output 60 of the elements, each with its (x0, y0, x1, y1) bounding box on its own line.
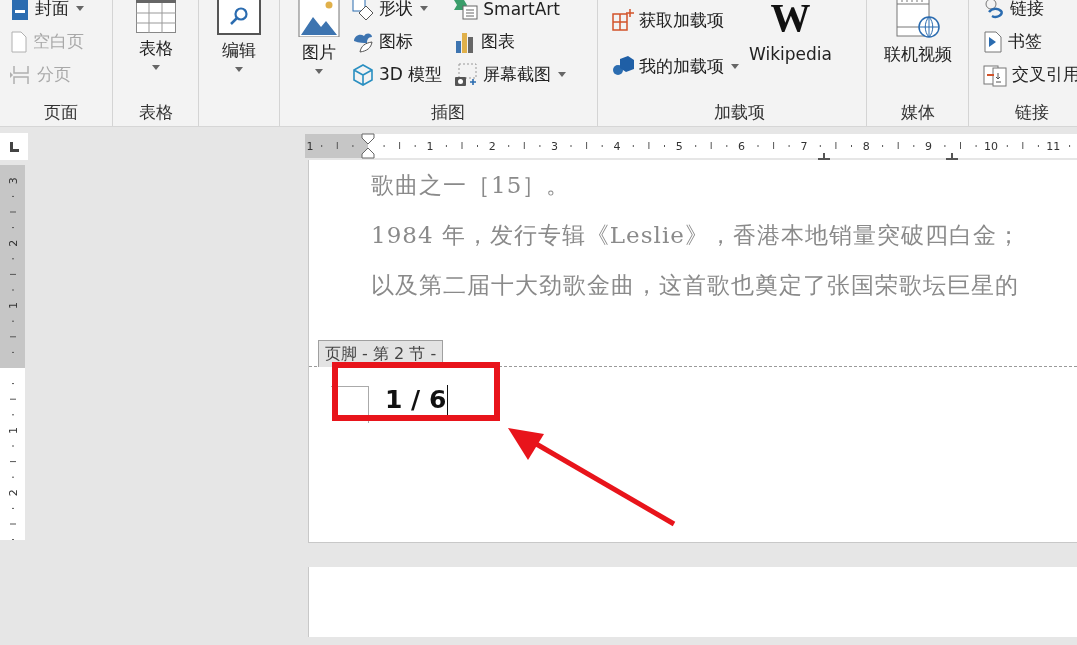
body-text-line: 歌曲之一［15］。 (371, 171, 572, 200)
ruler-number: 2 (7, 489, 20, 497)
cubes-icon (612, 55, 634, 77)
indent-marker[interactable] (361, 133, 375, 159)
blank-page-icon (10, 30, 28, 53)
ribbon-button[interactable]: 屏幕截图 (454, 58, 567, 91)
body-text-line: 1984 年，发行专辑《Leslie》，香港本地销量突破四白金； (371, 221, 1022, 250)
ruler-number: 8 (862, 140, 870, 153)
ribbon-button[interactable]: SmartArt (454, 0, 567, 25)
ruler-number: 1 (7, 302, 20, 310)
ruler-number: 11 (1046, 140, 1061, 153)
group-label: 页面 (43, 101, 79, 124)
ribbon-button[interactable]: 图标 (352, 25, 443, 58)
ribbon-button[interactable]: 编辑 (217, 0, 261, 72)
page-number[interactable]: 1 / 6 (385, 385, 449, 415)
ruler-number: 2 (488, 140, 496, 153)
ruler-number: 7 (800, 140, 808, 153)
text-cursor (447, 385, 449, 415)
ribbon-button[interactable]: 获取加载项 (612, 4, 739, 36)
cube-icon (352, 63, 374, 86)
page-break-icon (10, 63, 32, 86)
ruler-number: 1 (306, 140, 314, 153)
ruler-number: 4 (613, 140, 621, 153)
ruler-number: 3 (551, 140, 559, 153)
group-label: 表格 (137, 101, 174, 124)
tab-selector[interactable] (0, 133, 28, 160)
ribbon-button[interactable]: 形状 (352, 0, 443, 25)
add-in-grid-icon (612, 9, 634, 31)
link-icon (983, 0, 1005, 20)
group-label: 插图 (429, 101, 466, 124)
tab-stop-marker[interactable] (945, 152, 959, 160)
cross-reference-icon (983, 62, 1007, 87)
ribbon-button[interactable]: 链接 (983, 0, 1077, 25)
ribbon-button[interactable]: 图表 (454, 25, 567, 58)
ruler-number: 6 (738, 140, 746, 153)
ruler-number: 1 (7, 426, 20, 434)
group-label: 链接 (1013, 101, 1050, 124)
bookmark-icon (983, 30, 1003, 53)
ruler-number: 2 (7, 239, 20, 247)
ribbon-button[interactable]: 书签 (983, 25, 1077, 58)
ribbon-button[interactable]: 联机视频 (883, 0, 952, 65)
ruler-number: 1 (426, 140, 434, 153)
ribbon-button[interactable]: 封面 (10, 0, 84, 25)
body-text-line: 以及第二届十大劲歌金曲，这首歌也奠定了张国荣歌坛巨星的 (371, 271, 1020, 300)
tab-stop-marker[interactable] (817, 152, 831, 160)
group-label: 媒体 (899, 101, 936, 124)
wikipedia-logo: W (770, 0, 811, 39)
ribbon-button[interactable]: 3D 模型 (352, 58, 443, 91)
margin-corner-mark (331, 386, 369, 423)
ruler-number: 3 (7, 177, 20, 185)
screenshot-icon (454, 62, 479, 87)
ribbon-button[interactable]: W Wikipedia (749, 0, 832, 65)
ruler-number: 5 (675, 140, 683, 153)
ruler-number: 10 (983, 140, 998, 153)
group-label: 加载项 (712, 101, 766, 124)
ruler-number: 9 (925, 140, 933, 153)
tab-stop-icon (8, 140, 20, 153)
ribbon-button[interactable]: 图片 (298, 0, 340, 74)
ribbon-button[interactable]: 表格 (135, 0, 176, 70)
ribbon-button[interactable]: 我的加载项 (612, 50, 739, 82)
